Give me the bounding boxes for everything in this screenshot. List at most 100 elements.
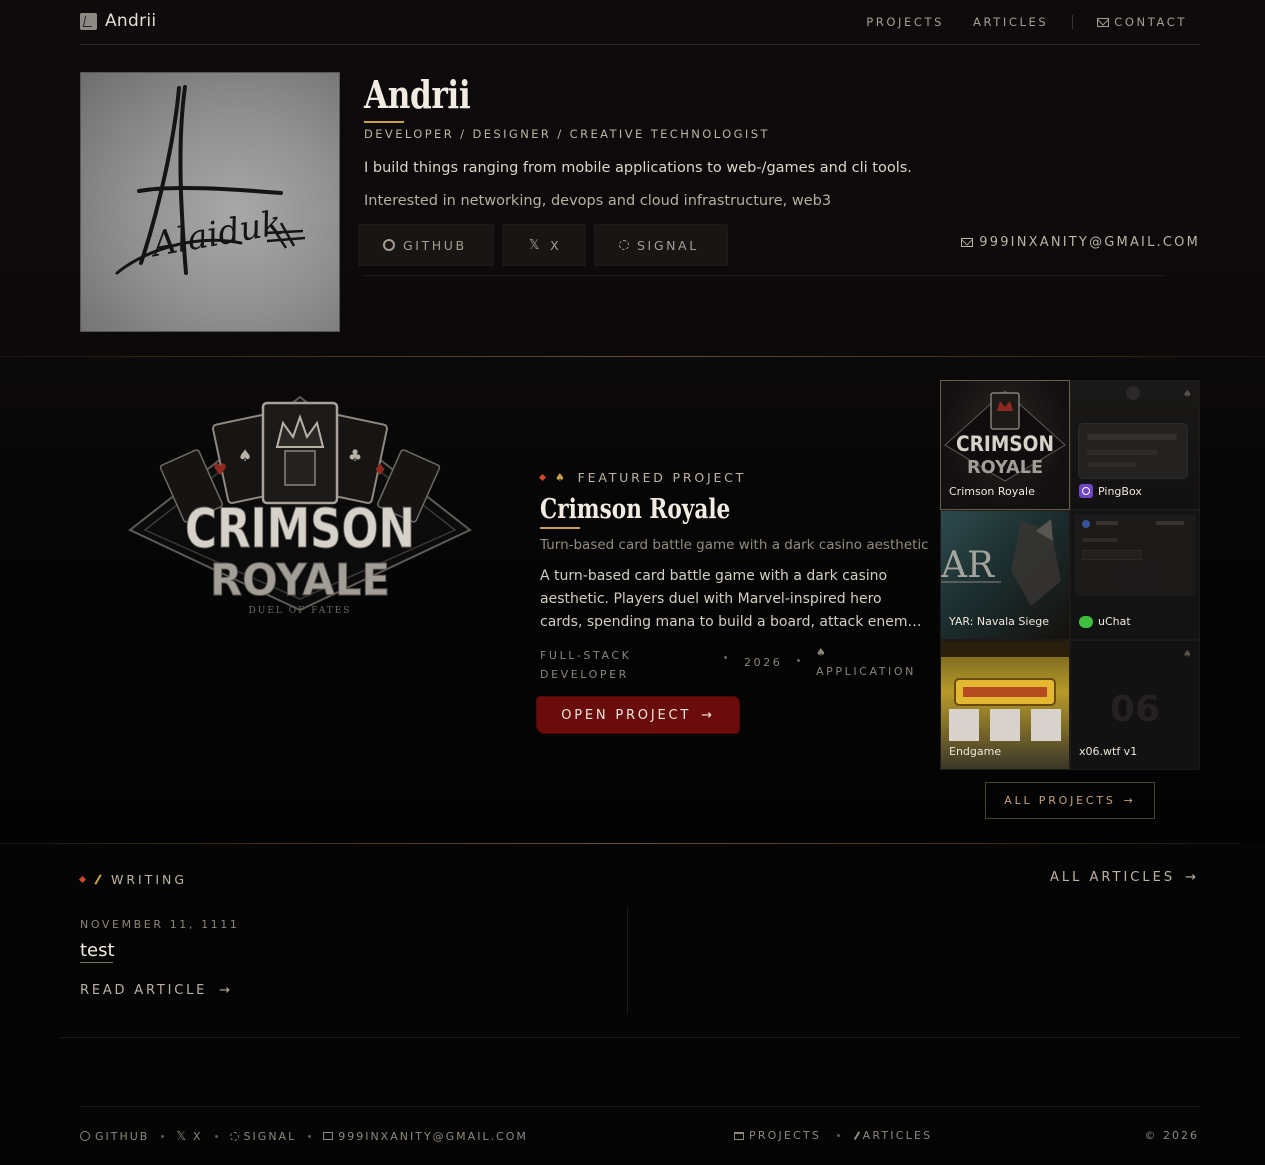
footer-email-label: 999INXANITY@GMAIL.COM [338, 1129, 528, 1143]
tile-label: uChat [1098, 615, 1131, 628]
x-button[interactable]: 𝕏 X [502, 224, 586, 266]
github-button[interactable]: GITHUB [358, 224, 494, 266]
yar-thumb: AR [941, 519, 1061, 606]
footer-dot [837, 1134, 841, 1137]
project-tile-crimson-royale[interactable]: CRIMSON ROYALE Crimson Royale [940, 380, 1070, 510]
featured-description: A turn-based card battle game with a dar… [540, 568, 922, 630]
tile-label: YAR: Navala Siege [949, 615, 1049, 628]
tile-label-group: PingBox [1079, 484, 1142, 498]
svg-text:♦: ♦ [373, 460, 387, 479]
endgame-thumb [941, 641, 1069, 741]
footer-articles-label: ARTICLES [862, 1129, 933, 1142]
writing-divider [60, 1037, 1240, 1038]
open-project-button[interactable]: OPEN PROJECT → [537, 697, 739, 733]
github-icon [383, 239, 395, 251]
svg-text:♥: ♥ [213, 460, 227, 479]
featured-year: 2026 [744, 656, 783, 669]
featured-type: APPLICATION [816, 665, 916, 678]
spade-icon: ♠ [816, 646, 829, 659]
nav-divider [80, 44, 1200, 45]
mail-icon [1097, 17, 1110, 27]
footer-dot [308, 1134, 312, 1138]
project-tile-endgame[interactable]: Endgame [940, 640, 1070, 770]
profile-email-link[interactable]: 999INXANITY@GMAIL.COM [961, 235, 1200, 250]
thumb-text-crimson: CRIMSON [956, 432, 1054, 456]
footer-x-label: X [193, 1129, 203, 1143]
nav-separator [1072, 15, 1074, 29]
all-articles-link[interactable]: ALL ARTICLES → [1050, 870, 1199, 885]
footer-x-link[interactable]: 𝕏 X [176, 1129, 202, 1143]
article-title-underline [80, 962, 113, 963]
profile-email: 999INXANITY@GMAIL.COM [979, 235, 1200, 250]
section-divider [0, 843, 1240, 844]
writing-heading: WRITING [78, 872, 188, 887]
tile-label: PingBox [1098, 484, 1142, 498]
quill-icon [853, 1131, 860, 1140]
footer-articles-link[interactable]: ARTICLES [853, 1129, 933, 1142]
project-tile-yar[interactable]: AR YAR: Navala Siege [940, 510, 1070, 640]
footer-divider [80, 1106, 1200, 1107]
article-title[interactable]: test [80, 940, 115, 961]
tile-label: Endgame [949, 745, 1002, 758]
logo-text-royale: ROYALE [210, 555, 390, 606]
signature-text: Alaiduk [146, 203, 285, 266]
diamond-icon [538, 473, 547, 482]
footer-email-link[interactable]: 999INXANITY@GMAIL.COM [323, 1130, 528, 1143]
thumb-text-royale: ROYALE [967, 457, 1043, 478]
avatar: Alaiduk [80, 72, 340, 332]
brand[interactable]: Andrii [80, 11, 156, 31]
svg-text:AR: AR [941, 545, 995, 586]
project-grid: CRIMSON ROYALE Crimson Royale ♠ PingBox … [940, 380, 1200, 770]
meta-dot [724, 656, 727, 659]
profile-divider [364, 275, 1164, 276]
svg-text:♠: ♠ [238, 446, 252, 465]
section-divider [0, 356, 1265, 357]
featured-role: FULL-STACK DEVELOPER [540, 649, 632, 681]
name-underline [364, 121, 404, 123]
featured-title: Crimson Royale [540, 494, 731, 525]
project-tile-pingbox[interactable]: ♠ PingBox [1070, 380, 1200, 510]
profile-name: Andrii [364, 72, 471, 117]
project-tile-x06[interactable]: ♠ 06 x06.wtf v1 [1070, 640, 1200, 770]
footer-copyright: © 2026 [1144, 1129, 1199, 1142]
footer-github-link[interactable]: GITHUB [80, 1130, 149, 1143]
arrow-right-icon: → [1185, 870, 1199, 885]
nav-projects-link[interactable]: PROJECTS [866, 15, 944, 29]
tile-number: 06 [1109, 689, 1161, 730]
footer-signal-link[interactable]: SIGNAL [229, 1130, 297, 1143]
featured-kicker: ♠ FEATURED PROJECT [538, 470, 747, 485]
svg-text:♣: ♣ [348, 446, 362, 465]
arrow-right-icon: → [219, 983, 233, 998]
signal-label: SIGNAL [637, 237, 699, 253]
all-projects-button[interactable]: ALL PROJECTS → [985, 782, 1155, 819]
nav-contact-label: CONTACT [1114, 15, 1187, 29]
logo-tagline: DUEL OF FATES [249, 606, 352, 615]
footer-github-label: GITHUB [95, 1129, 150, 1143]
signal-button[interactable]: SIGNAL [594, 224, 728, 266]
brand-name: Andrii [105, 11, 157, 31]
crimson-royale-logo[interactable]: ♥ ♦ ♠ ♣ CRIMSON ROYALE DUEL OF FATES [125, 385, 475, 616]
footer-projects-link[interactable]: PROJECTS [734, 1129, 821, 1142]
social-links: GITHUB 𝕏 X SIGNAL [358, 224, 728, 266]
project-tile-uchat[interactable]: 04 uChat [1070, 510, 1200, 640]
bio-line-1: I build things ranging from mobile appli… [364, 160, 912, 176]
arrow-right-icon: → [1123, 794, 1136, 807]
diamond-icon [78, 875, 87, 884]
pingbox-app-icon [1126, 386, 1140, 400]
article-date: NOVEMBER 11, 1111 [80, 918, 240, 931]
mail-icon [323, 1132, 334, 1140]
footer-dot [214, 1134, 218, 1138]
all-projects-label: ALL PROJECTS [1004, 794, 1116, 807]
signal-icon [619, 240, 629, 250]
spade-icon: ♠ [1183, 389, 1192, 400]
featured-meta: FULL-STACK DEVELOPER 2026 ♠ APPLICATION [540, 646, 920, 682]
tile-label: x06.wtf v1 [1079, 745, 1138, 758]
nav-contact-link[interactable]: CONTACT [1097, 15, 1187, 29]
bio-line-2: Interested in networking, devops and clo… [364, 193, 832, 209]
quill-icon [94, 874, 102, 885]
read-article-link[interactable]: READ ARTICLE → [80, 983, 233, 998]
writing-heading-label: WRITING [111, 872, 188, 887]
featured-kicker-label: FEATURED PROJECT [577, 470, 747, 485]
nav-articles-link[interactable]: ARTICLES [973, 15, 1048, 29]
signal-icon [229, 1131, 239, 1141]
